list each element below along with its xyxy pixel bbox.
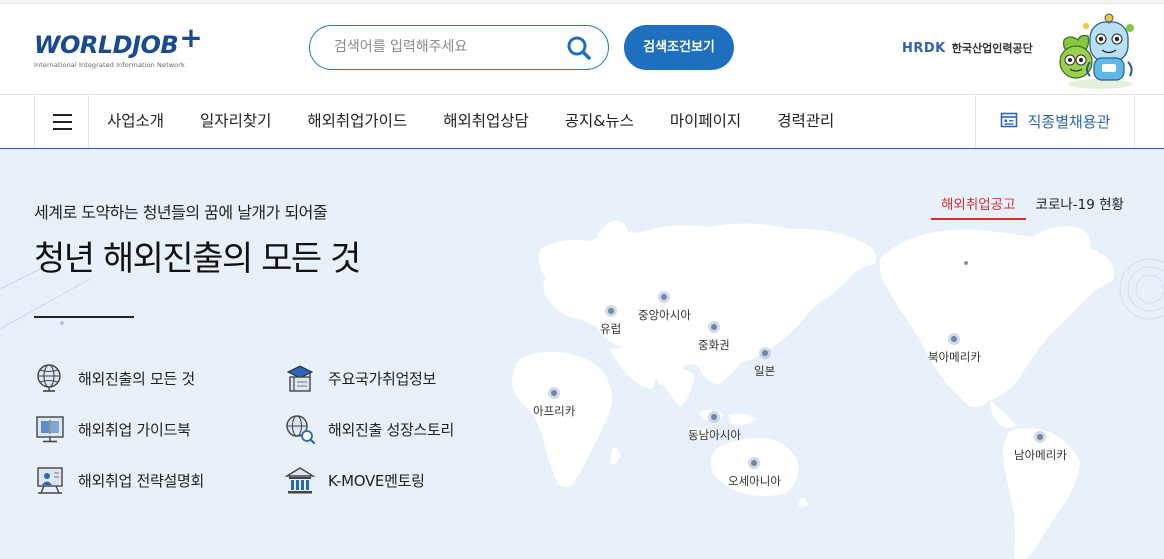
search-icon[interactable] [566, 35, 592, 61]
region-marker-icon [1034, 431, 1047, 443]
region-marker-icon [707, 321, 720, 333]
region-label: 일본 [754, 364, 776, 378]
job-category-button[interactable]: 직종별채용관 [975, 95, 1135, 148]
job-board-icon [1000, 111, 1018, 133]
hrdk-wordmark: HRDK [902, 40, 946, 56]
region-label: 중화권 [698, 338, 730, 352]
logo-text: WORLDJOB [34, 31, 179, 59]
quick-link-kmove-mentoring[interactable]: K-MOVE멘토링 [284, 463, 514, 497]
region-africa[interactable]: 아프리카 [533, 387, 575, 419]
hero-section: 세계로 도약하는 청년들의 꿈에 날개가 되어줄 청년 해외진출의 모든 것 해… [0, 149, 1164, 559]
quick-link-label: 해외취업 전략설명회 [78, 471, 204, 490]
region-label: 유럽 [600, 322, 622, 336]
region-label: 중앙아시아 [638, 308, 691, 322]
nav-item-career[interactable]: 경력관리 [759, 95, 852, 148]
hrdk-logo[interactable]: HRDK 한국산업인력공단 [902, 38, 1052, 58]
region-label: 아프리카 [533, 404, 576, 418]
nav-item-consulting[interactable]: 해외취업상담 [425, 95, 547, 148]
region-label: 남아메리카 [1014, 448, 1067, 462]
region-southeast-asia[interactable]: 동남아시아 [688, 411, 741, 443]
search-condition-button[interactable]: 검색조건보기 [624, 25, 734, 70]
region-label: 북아메리카 [928, 350, 981, 364]
quick-link-overseas-all[interactable]: 해외진출의 모든 것 [34, 361, 264, 395]
region-oceania[interactable]: 오세아니아 [728, 457, 781, 489]
search-input[interactable] [334, 37, 564, 57]
mascot-illustration [1050, 12, 1136, 90]
globe-icon [34, 362, 66, 394]
hero-subtitle: 세계로 도약하는 청년들의 꿈에 날개가 되어줄 [34, 203, 328, 222]
search-box [309, 25, 609, 70]
quick-link-label: 해외진출의 모든 것 [78, 369, 195, 388]
nav-item-news[interactable]: 공지&뉴스 [547, 95, 652, 148]
worldjob-logo[interactable]: WORLDJOB+ International Integrated Infor… [34, 24, 234, 74]
region-central-asia[interactable]: 중앙아시아 [638, 291, 691, 323]
region-greater-china[interactable]: 중화권 [698, 321, 730, 353]
nav-item-mypage[interactable]: 마이페이지 [652, 95, 759, 148]
region-marker-icon [548, 387, 561, 399]
nav-items: 사업소개 일자리찾기 해외취업가이드 해외취업상담 공지&뉴스 마이페이지 경력… [89, 95, 852, 148]
region-marker-icon [948, 333, 961, 345]
main-navigation: 사업소개 일자리찾기 해외취업가이드 해외취업상담 공지&뉴스 마이페이지 경력… [0, 94, 1164, 149]
quick-link-label: 주요국가취업정보 [328, 369, 437, 388]
hamburger-menu-icon[interactable] [34, 95, 89, 148]
nav-item-find-jobs[interactable]: 일자리찾기 [182, 95, 289, 148]
quick-link-strategy-session[interactable]: 해외취업 전략설명회 [34, 463, 264, 497]
nav-item-about[interactable]: 사업소개 [89, 95, 182, 148]
hrdk-name: 한국산업인력공단 [951, 42, 1033, 55]
region-north-america[interactable]: 북아메리카 [928, 333, 981, 365]
quick-link-guidebook[interactable]: 해외취업 가이드북 [34, 412, 264, 446]
quick-link-label: K-MOVE멘토링 [328, 471, 425, 490]
region-marker-icon [604, 305, 617, 317]
hero-divider [34, 316, 134, 318]
region-label: 오세아니아 [728, 474, 781, 488]
hero-title: 청년 해외진출의 모든 것 [34, 239, 361, 279]
institution-building-icon [284, 464, 316, 496]
quick-link-growth-story[interactable]: 해외진출 성장스토리 [284, 412, 514, 446]
nav-item-guide[interactable]: 해외취업가이드 [289, 95, 425, 148]
quick-link-label: 해외진출 성장스토리 [328, 420, 454, 439]
site-header: WORLDJOB+ International Integrated Infor… [0, 4, 1164, 94]
job-category-label: 직종별채용관 [1027, 113, 1111, 131]
region-marker-icon [758, 347, 771, 359]
region-europe[interactable]: 유럽 [600, 305, 621, 337]
presentation-board-icon [34, 464, 66, 496]
region-marker-icon [748, 457, 761, 469]
guidebook-monitor-icon [34, 413, 66, 445]
region-japan[interactable]: 일본 [754, 347, 775, 379]
tab-overseas-job-postings[interactable]: 해외취업공고 [931, 189, 1026, 220]
region-label: 동남아시아 [688, 428, 741, 442]
region-marker-icon [658, 291, 671, 303]
map-tabs: 해외취업공고 코로나-19 현황 [931, 189, 1134, 221]
tab-covid19-status[interactable]: 코로나-19 현황 [1026, 189, 1134, 220]
region-south-america[interactable]: 남아메리카 [1014, 431, 1067, 463]
logo-tagline: International Integrated Information Net… [34, 61, 185, 69]
logo-plus: + [179, 21, 203, 54]
region-marker-icon [708, 411, 721, 423]
logo-wordmark: WORLDJOB+ [34, 24, 234, 60]
quick-link-country-info[interactable]: 주요국가취업정보 [284, 361, 514, 395]
graduation-book-icon [284, 362, 316, 394]
quick-link-label: 해외취업 가이드북 [78, 420, 191, 439]
globe-search-icon [284, 413, 316, 445]
